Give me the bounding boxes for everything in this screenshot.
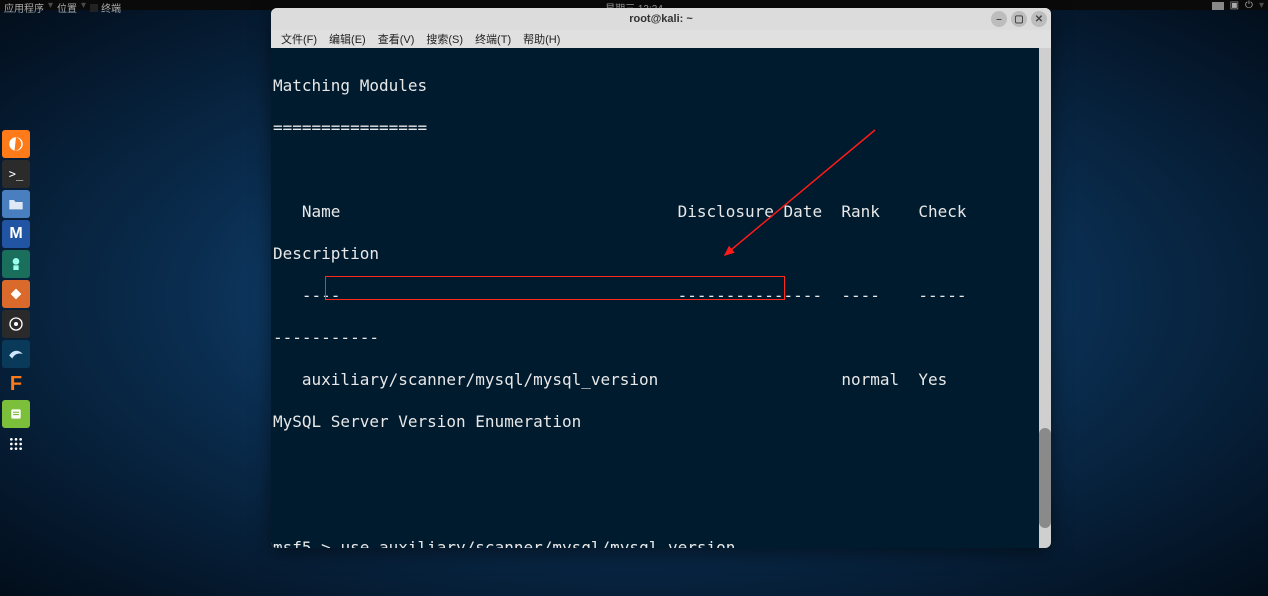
notes-icon[interactable]	[2, 400, 30, 428]
active-app[interactable]: 终端	[90, 0, 121, 15]
close-button[interactable]: ✕	[1031, 11, 1047, 27]
terminal-line	[271, 453, 1051, 474]
armitage-icon[interactable]	[2, 250, 30, 278]
terminal-line: Description	[271, 243, 1051, 264]
terminal-icon[interactable]: >_	[2, 160, 30, 188]
scrollbar-track[interactable]	[1039, 48, 1051, 548]
terminal-line: auxiliary/scanner/mysql/mysql_version no…	[271, 369, 1051, 390]
terminal-content[interactable]: Matching Modules ================ Name D…	[271, 48, 1051, 548]
menu-terminal[interactable]: 终端(T)	[471, 31, 515, 47]
terminal-line	[271, 495, 1051, 516]
apps-menu[interactable]: 应用程序	[4, 0, 44, 15]
terminal-line: ---- --------------- ---- -----	[271, 285, 1051, 306]
kali-icon[interactable]	[2, 340, 30, 368]
window-titlebar[interactable]: root@kali: ~ – ▢ ✕	[271, 8, 1051, 30]
tray-camera-icon[interactable]: ▣	[1230, 0, 1239, 11]
window-title: root@kali: ~	[629, 13, 693, 25]
files-icon[interactable]	[2, 190, 30, 218]
minimize-button[interactable]: –	[991, 11, 1007, 27]
apps-grid-icon[interactable]	[2, 430, 30, 458]
maximize-button[interactable]: ▢	[1011, 11, 1027, 27]
places-menu[interactable]: 位置	[57, 0, 77, 15]
terminal-line: msf5 > use auxiliary/scanner/mysql/mysql…	[271, 537, 1051, 548]
menu-search[interactable]: 搜索(S)	[422, 31, 467, 47]
cherrytree-icon[interactable]	[2, 280, 30, 308]
terminal-line: Matching Modules	[271, 75, 1051, 96]
scrollbar-thumb[interactable]	[1039, 428, 1051, 528]
terminal-line	[271, 159, 1051, 180]
terminal-line: Name Disclosure Date Rank Check	[271, 201, 1051, 222]
terminal-window: root@kali: ~ – ▢ ✕ 文件(F) 编辑(E) 查看(V) 搜索(…	[271, 8, 1051, 548]
terminal-line: MySQL Server Version Enumeration	[271, 411, 1051, 432]
metasploit-icon[interactable]: M	[2, 220, 30, 248]
terminal-line: ================	[271, 117, 1051, 138]
dock: >_ M F	[2, 130, 34, 458]
ftk-icon[interactable]: F	[2, 370, 30, 398]
menu-help[interactable]: 帮助(H)	[519, 31, 564, 47]
menu-file[interactable]: 文件(F)	[277, 31, 321, 47]
workspace-indicator[interactable]	[1212, 2, 1224, 10]
tray-network-icon[interactable]: ⏻	[1245, 0, 1253, 11]
firefox-icon[interactable]	[2, 130, 30, 158]
menu-edit[interactable]: 编辑(E)	[325, 31, 370, 47]
menubar: 文件(F) 编辑(E) 查看(V) 搜索(S) 终端(T) 帮助(H)	[271, 30, 1051, 48]
obs-icon[interactable]	[2, 310, 30, 338]
menu-view[interactable]: 查看(V)	[374, 31, 419, 47]
terminal-line: -----------	[271, 327, 1051, 348]
